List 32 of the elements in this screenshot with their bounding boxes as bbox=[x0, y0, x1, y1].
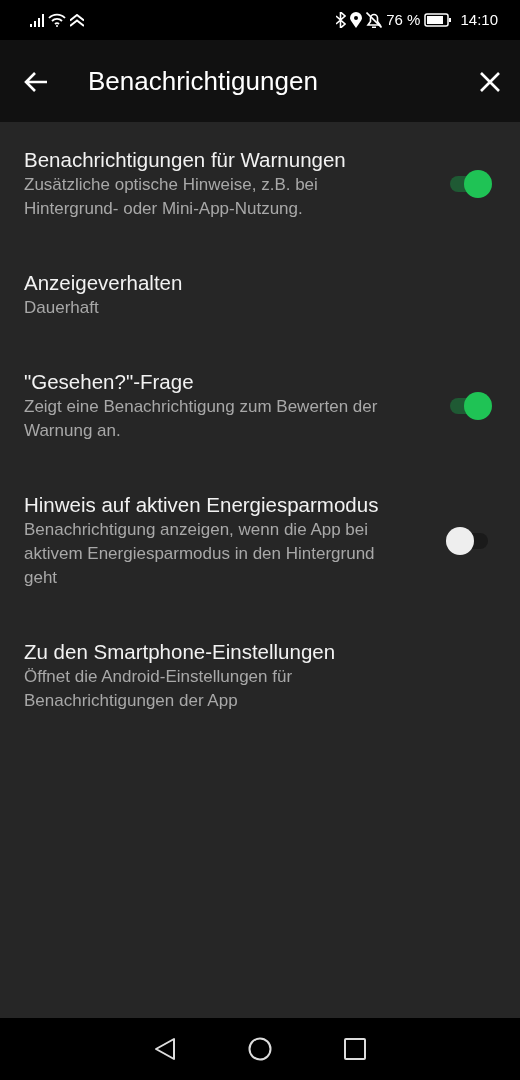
setting-description: Dauerhaft bbox=[24, 297, 100, 319]
page-title: Benachrichtigungen bbox=[88, 64, 319, 98]
setting-description: Benachrichtigung anzeigen, wenn die App bei aktivem Energiesparmodus in den Hintergrund geht bbox=[24, 519, 376, 589]
setting-description: Zeigt eine Benachrichtigung zum Bewerten der Warnung an. bbox=[24, 396, 379, 442]
battery-level: 76 % bbox=[386, 9, 421, 30]
setting-item[interactable]: Zu den Smartphone-Einstellungen Öffnet die Android-Einstellungen für Benachrichtigungen der App bbox=[0, 614, 520, 737]
close-button[interactable] bbox=[480, 69, 500, 93]
setting-title: "Gesehen?"-Frage bbox=[24, 369, 195, 395]
setting-title: Anzeigeverhalten bbox=[24, 270, 183, 296]
setting-description: Zusätzliche optische Hinweise, z.B. bei Hintergrund- oder Mini-App-Nutzung. bbox=[24, 174, 319, 220]
back-arrow-icon bbox=[24, 70, 48, 93]
recents-icon[interactable] bbox=[344, 1038, 366, 1060]
bluetooth-icon bbox=[336, 12, 347, 28]
bell-muted-icon bbox=[366, 12, 383, 28]
setting-description: Öffnet die Android-Einstellungen für Benachrichtigungen der App bbox=[24, 666, 294, 712]
setting-item[interactable]: Anzeigeverhalten Dauerhaft bbox=[0, 245, 520, 344]
clock: 14:10 bbox=[460, 9, 498, 30]
setting-item[interactable]: Benachrichtigungen für Warnungen Zusätzliche optische Hinweise, z.B. bei Hintergrund- oder Mini-App-Nutzung. bbox=[0, 122, 520, 245]
chevrons-up-icon bbox=[70, 13, 84, 27]
back-button[interactable] bbox=[24, 69, 48, 93]
battery-icon bbox=[424, 13, 453, 27]
back-icon[interactable] bbox=[154, 1037, 176, 1061]
setting-item[interactable]: Hinweis auf aktiven Energiesparmodus Benachrichtigung anzeigen, wenn die App bei aktivem Energiesparmodus in den Hintergrund geht bbox=[0, 467, 520, 614]
setting-title: Hinweis auf aktiven Energiesparmodus bbox=[24, 492, 380, 518]
setting-title: Benachrichtigungen für Warnungen bbox=[24, 147, 347, 173]
location-icon bbox=[350, 12, 363, 28]
signal-icon bbox=[30, 13, 44, 27]
setting-title: Zu den Smartphone-Einstellungen bbox=[24, 639, 337, 665]
setting-item[interactable]: "Gesehen?"-Frage Zeigt eine Benachrichtigung zum Bewerten der Warnung an. bbox=[0, 344, 520, 467]
close-icon bbox=[480, 71, 500, 92]
home-icon[interactable] bbox=[248, 1037, 272, 1061]
wifi-icon bbox=[48, 13, 66, 27]
